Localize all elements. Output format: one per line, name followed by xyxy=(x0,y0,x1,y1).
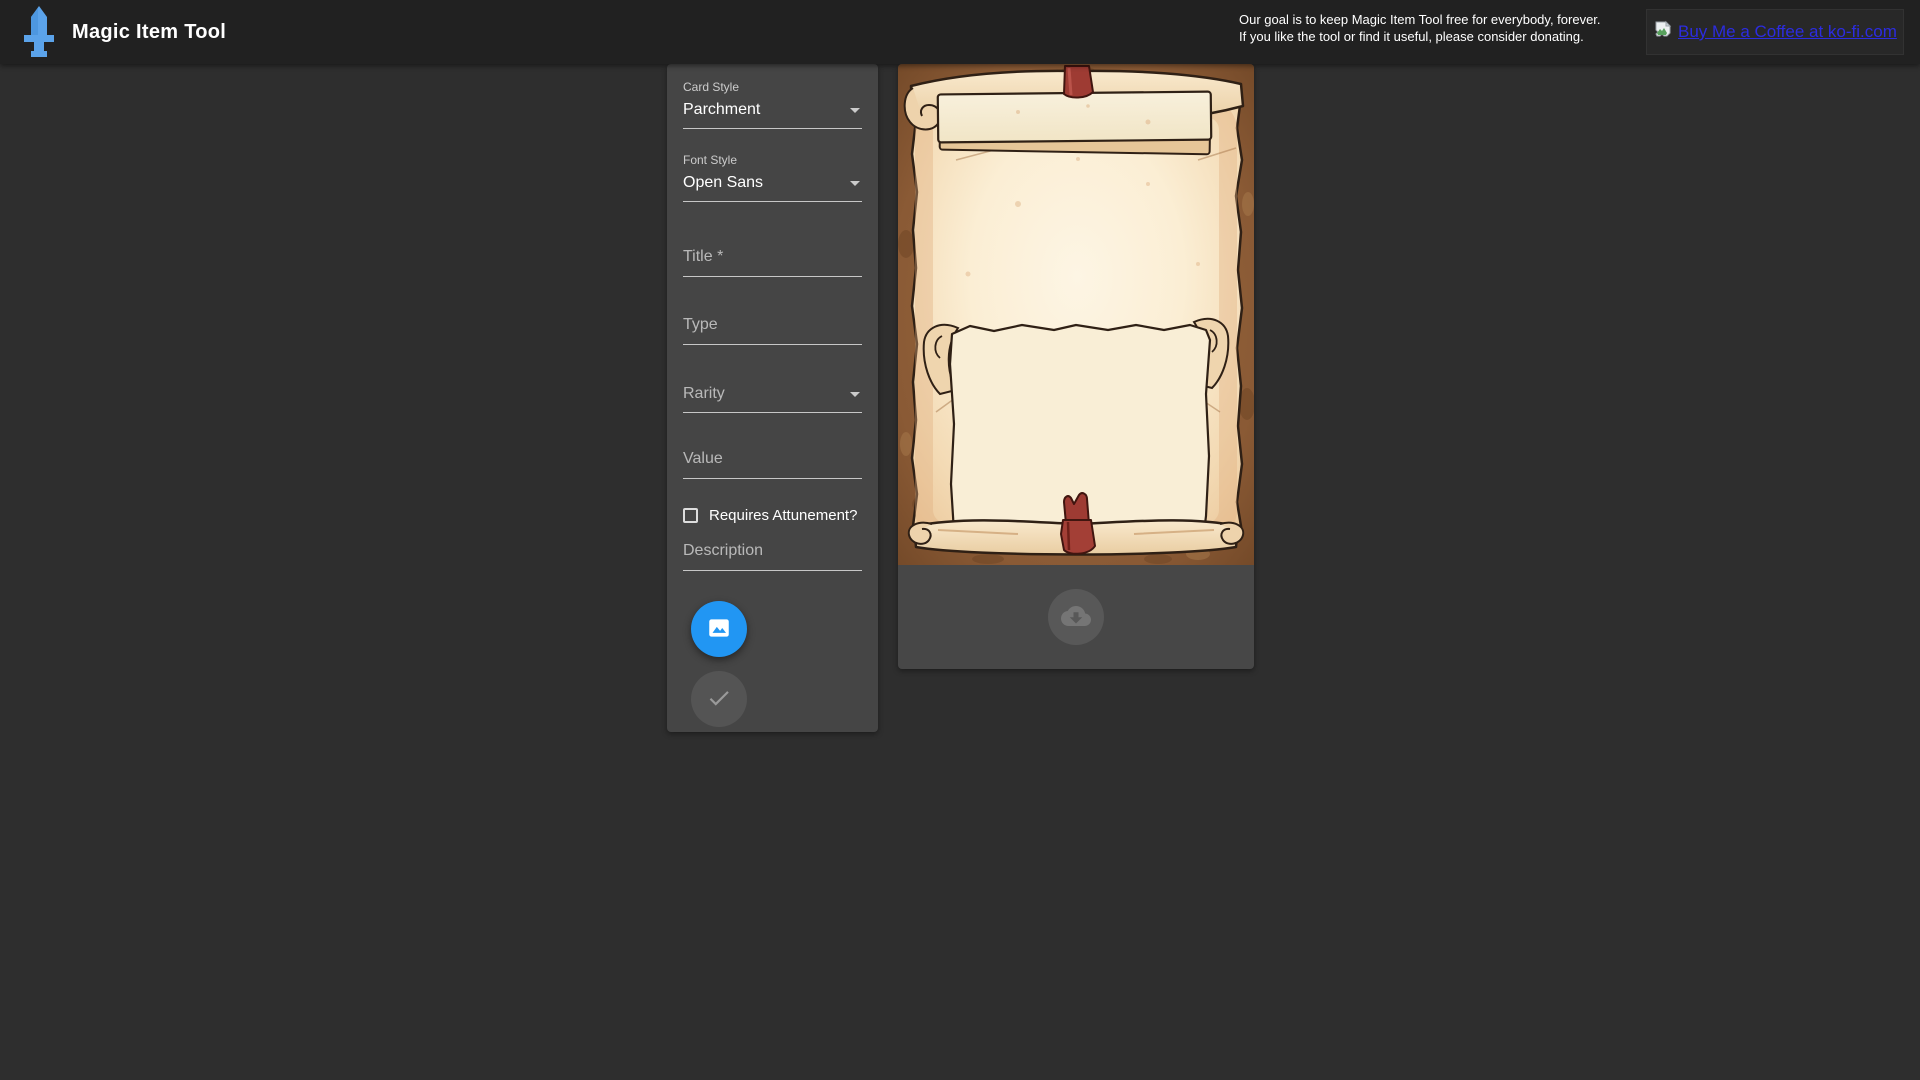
card-style-select[interactable]: Card Style Parchment xyxy=(683,80,862,129)
cloud-download-icon xyxy=(1061,601,1091,634)
card-preview-panel xyxy=(898,64,1254,669)
submit-button[interactable] xyxy=(691,671,747,727)
description-field xyxy=(683,536,862,571)
card-style-select-row[interactable]: Parchment xyxy=(683,94,862,129)
title-input[interactable] xyxy=(683,242,862,277)
parchment-card-preview xyxy=(898,64,1254,565)
font-style-label: Font Style xyxy=(683,153,738,167)
attunement-label: Requires Attunement? xyxy=(709,507,858,524)
attunement-checkbox[interactable] xyxy=(683,508,698,523)
donation-line-1: Our goal is to keep Magic Item Tool free… xyxy=(1239,12,1601,27)
app-header: Magic Item Tool Our goal is to keep Magi… xyxy=(0,0,1920,64)
font-style-select[interactable]: Font Style Open Sans xyxy=(683,153,862,202)
donation-message: Our goal is to keep Magic Item Tool free… xyxy=(1239,11,1601,45)
rarity-select[interactable]: Rarity xyxy=(683,378,862,413)
description-input[interactable] xyxy=(683,536,862,571)
font-style-value: Open Sans xyxy=(683,174,764,191)
kofi-link-text[interactable]: Buy Me a Coffee at ko-fi.com xyxy=(1678,22,1897,42)
check-icon xyxy=(706,685,732,714)
title-field xyxy=(683,242,862,277)
chevron-down-icon xyxy=(850,391,860,397)
card-style-label: Card Style xyxy=(683,80,740,94)
download-card-button[interactable] xyxy=(1048,589,1104,645)
rarity-value: Rarity xyxy=(683,385,725,402)
value-input[interactable] xyxy=(683,444,862,479)
page-title: Magic Item Tool xyxy=(72,20,227,43)
font-style-select-row[interactable]: Open Sans xyxy=(683,167,862,202)
chevron-down-icon xyxy=(850,107,860,113)
rarity-select-row[interactable]: Rarity xyxy=(683,378,862,413)
image-icon xyxy=(706,615,732,644)
add-image-button[interactable] xyxy=(691,601,747,657)
attunement-checkbox-row[interactable]: Requires Attunement? xyxy=(683,507,862,524)
card-actions-bar xyxy=(898,565,1254,669)
kofi-donate-link[interactable]: Buy Me a Coffee at ko-fi.com xyxy=(1646,9,1904,55)
chevron-down-icon xyxy=(850,180,860,186)
type-input[interactable] xyxy=(683,310,862,345)
item-form-panel: Card Style Parchment Font Style Open San… xyxy=(667,64,878,732)
broken-image-icon xyxy=(1653,20,1673,45)
donation-line-2: If you like the tool or find it useful, … xyxy=(1239,29,1584,44)
type-field xyxy=(683,310,862,345)
sword-logo-icon xyxy=(22,5,56,63)
value-field xyxy=(683,444,862,479)
card-style-value: Parchment xyxy=(683,101,761,118)
